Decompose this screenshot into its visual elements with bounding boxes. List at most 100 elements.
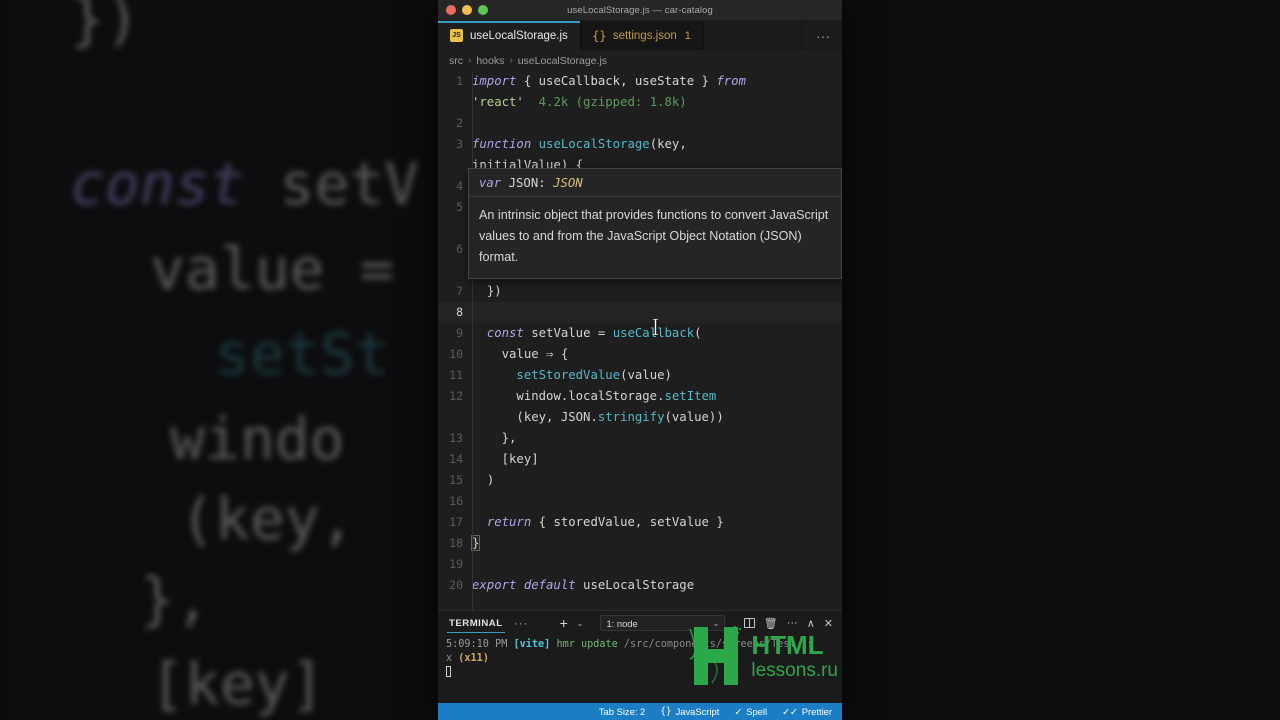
tab-terminal[interactable]: TERMINAL	[447, 611, 505, 635]
status-language-mode[interactable]: {} JavaScript	[660, 706, 719, 717]
code-row-current[interactable]: 8	[438, 302, 842, 323]
code-text: import { useCallback, useState } from 'r…	[472, 74, 746, 109]
code-text: })	[472, 284, 502, 298]
close-window-button[interactable]	[446, 5, 456, 15]
collapse-panel-icon[interactable]: ∧	[807, 617, 815, 630]
code-row[interactable]: 17 return { storedValue, setValue }	[438, 512, 842, 533]
vscode-window: useLocalStorage.js — car-catalog JS useL…	[438, 0, 842, 720]
code-text: setStoredValue(value)	[516, 368, 672, 382]
terminal-selector-value: 1: node	[606, 617, 638, 629]
code-row[interactable]: 20 export default useLocalStorage	[438, 575, 842, 596]
line-number: 12	[449, 389, 463, 403]
code-text: },	[472, 431, 517, 445]
code-row[interactable]: 15 )	[438, 470, 842, 491]
terminal-selector-dropdown[interactable]: 1: node ⌄	[600, 615, 726, 631]
code-row[interactable]: 12 window.localStorage.setItem (key, JSO…	[438, 386, 842, 428]
editor-actions-more-button[interactable]: ···	[801, 21, 842, 50]
new-terminal-button[interactable]: +	[560, 615, 568, 631]
code-editor[interactable]: 1 import { useCallback, useState } from …	[438, 71, 842, 610]
line-number: 5	[456, 200, 463, 214]
code-text: export default useLocalStorage	[472, 578, 695, 592]
panel-more-views-button[interactable]: ···	[514, 616, 529, 630]
traffic-lights	[438, 5, 488, 15]
code-row[interactable]: 16	[438, 491, 842, 512]
terminal-repeat-prefix: x	[446, 653, 453, 664]
chevron-down-icon[interactable]: ⌄	[577, 619, 584, 628]
json-file-icon: {}	[592, 28, 607, 43]
status-spell[interactable]: ✓ Spell	[734, 706, 767, 718]
breadcrumb-item-file[interactable]: useLocalStorage.js	[518, 55, 607, 67]
tab-uselocalstorage-js[interactable]: JS useLocalStorage.js	[438, 21, 581, 50]
background-code-line: })	[70, 0, 140, 53]
code-text: )	[472, 473, 495, 487]
window-titlebar: useLocalStorage.js — car-catalog	[438, 0, 842, 21]
editor-tabbar: JS useLocalStorage.js {} settings.json 1…	[438, 21, 842, 50]
terminal-cursor	[446, 666, 451, 677]
check-icon: ✓	[734, 705, 743, 717]
inlay-hint: 4.2k (gzipped: 1.8k)	[538, 95, 687, 109]
code-row[interactable]: 18 }	[438, 533, 842, 554]
code-text: window.localStorage.setItem (key, JSON.s…	[472, 389, 724, 424]
split-terminal-icon[interactable]	[743, 617, 755, 629]
js-file-icon: JS	[450, 29, 463, 42]
code-text: return { storedValue, setValue }	[486, 515, 724, 529]
hover-signature-colon: :	[538, 176, 546, 190]
code-row[interactable]: 9 const setValue = useCallback(	[438, 323, 842, 344]
hover-tooltip-signature: var JSON: JSON	[469, 169, 841, 197]
code-row[interactable]: 2	[438, 113, 842, 134]
code-row[interactable]: 10 value ⇒ {	[438, 344, 842, 365]
code-row[interactable]: 11 setStoredValue(value)	[438, 365, 842, 386]
background-code-line: [key]	[150, 650, 325, 718]
status-prettier-label: Prettier	[801, 706, 832, 717]
kill-terminal-icon[interactable]: 🗑	[764, 617, 778, 630]
line-number: 19	[449, 557, 463, 571]
hover-signature-type: JSON	[553, 176, 583, 190]
close-panel-icon[interactable]: ✕	[824, 617, 833, 630]
hover-signature-keyword: var	[479, 176, 502, 190]
hover-tooltip: var JSON: JSON An intrinsic object that …	[468, 168, 842, 279]
background-code-line: (key,	[180, 485, 355, 553]
line-number: 1	[456, 74, 463, 88]
code-row[interactable]: 13 },	[438, 428, 842, 449]
line-number: 2	[456, 116, 463, 130]
hover-tooltip-description: An intrinsic object that provides functi…	[479, 208, 829, 264]
line-number: 7	[456, 284, 463, 298]
line-number: 16	[449, 494, 463, 508]
line-number: 6	[456, 242, 463, 256]
status-tab-size[interactable]: Tab Size: 2	[599, 706, 645, 717]
line-number: 14	[449, 452, 463, 466]
line-number: 20	[449, 578, 463, 592]
code-text: }	[470, 533, 842, 554]
code-row[interactable]: 7 })	[438, 281, 842, 302]
terminal-repeat-count: (x11)	[458, 653, 489, 664]
panel-more-actions-button[interactable]: ···	[787, 617, 798, 629]
line-number: 17	[449, 515, 463, 529]
breadcrumb-item-hooks[interactable]: hooks	[476, 55, 504, 67]
maximize-window-button[interactable]	[478, 5, 488, 15]
text-cursor-pointer	[653, 319, 658, 335]
terminal-message: hmr update	[556, 639, 618, 650]
code-row[interactable]: 14 [key]	[438, 449, 842, 470]
code-lines: 1 import { useCallback, useState } from …	[438, 71, 842, 610]
breadcrumb-item-src[interactable]: src	[449, 55, 463, 67]
minimize-window-button[interactable]	[462, 5, 472, 15]
code-row[interactable]: 1 import { useCallback, useState } from …	[438, 71, 842, 113]
hover-signature-name: JSON	[508, 176, 539, 190]
background-code-line: setSt	[215, 320, 390, 388]
matching-bracket: }	[470, 535, 481, 551]
terminal-output[interactable]: 5:09:10 PM [vite] hmr update /src/compon…	[438, 635, 842, 703]
breadcrumb: src › hooks › useLocalStorage.js	[438, 50, 842, 71]
code-row[interactable]: 19	[438, 554, 842, 575]
background-code-line: windo	[170, 405, 345, 473]
tab-settings-json[interactable]: {} settings.json 1	[580, 21, 704, 50]
double-check-icon: ✓✓	[782, 705, 798, 717]
status-prettier[interactable]: ✓✓ Prettier	[782, 706, 832, 718]
tab-dirty-badge: 1	[684, 29, 691, 42]
terminal-path: /src/components/screens/Test.js	[623, 639, 815, 650]
terminal-tag: [vite]	[513, 639, 551, 650]
chevron-right-icon: ›	[468, 55, 472, 66]
window-title: useLocalStorage.js — car-catalog	[567, 4, 713, 16]
terminal-panel: TERMINAL ··· + ⌄ 1: node ⌄ 🗑 ··· ∧ ✕ 5:0…	[438, 610, 842, 703]
line-number: 18	[449, 536, 463, 550]
